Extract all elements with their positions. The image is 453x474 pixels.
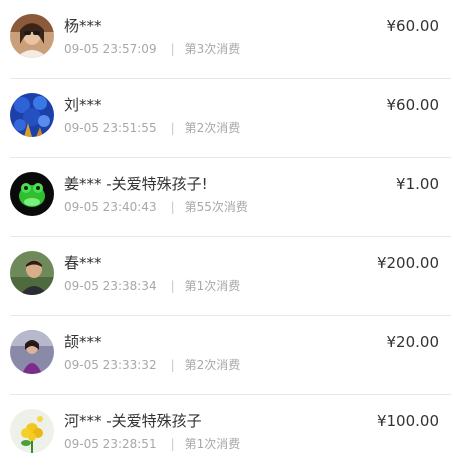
person-purple-photo-icon bbox=[10, 330, 54, 374]
donor-name: 刘*** bbox=[64, 96, 102, 114]
amount: ¥20.00 bbox=[386, 333, 440, 351]
list-item[interactable]: 颉*** 09-05 23:33:32 | 第2次消费 ¥20.00 bbox=[0, 316, 453, 395]
meta-separator: | bbox=[170, 200, 175, 214]
consumption-record-list: 杨*** 09-05 23:57:09 | 第3次消费 ¥60.00 刘*** 09… bbox=[0, 0, 453, 467]
meta-separator: | bbox=[170, 121, 175, 135]
record-time: 09-05 23:57:09 bbox=[64, 42, 157, 56]
consumption-count: 第1次消费 bbox=[184, 437, 241, 451]
avatar bbox=[10, 330, 54, 374]
list-item[interactable]: 杨*** 09-05 23:57:09 | 第3次消费 ¥60.00 bbox=[0, 0, 453, 79]
record-time: 09-05 23:38:34 bbox=[64, 279, 157, 293]
amount: ¥60.00 bbox=[386, 96, 440, 114]
record-meta: 09-05 23:51:55 | 第2次消费 bbox=[64, 119, 240, 136]
list-item[interactable]: 春*** 09-05 23:38:34 | 第1次消费 ¥200.00 bbox=[0, 237, 453, 316]
donor-name: 河*** -关爱特殊孩子 bbox=[64, 412, 202, 430]
avatar bbox=[10, 172, 54, 216]
consumption-count: 第3次消费 bbox=[184, 42, 241, 56]
record-time: 09-05 23:40:43 bbox=[64, 200, 157, 214]
avatar bbox=[10, 14, 54, 58]
list-item[interactable]: 刘*** 09-05 23:51:55 | 第2次消费 ¥60.00 bbox=[0, 79, 453, 158]
record-meta: 09-05 23:28:51 | 第1次消费 bbox=[64, 435, 240, 452]
record-meta: 09-05 23:33:32 | 第2次消费 bbox=[64, 356, 240, 373]
meta-separator: | bbox=[170, 358, 175, 372]
record-time: 09-05 23:28:51 bbox=[64, 437, 157, 451]
list-item[interactable]: 河*** -关爱特殊孩子 09-05 23:28:51 | 第1次消费 ¥100.0… bbox=[0, 395, 453, 474]
meta-separator: | bbox=[170, 437, 175, 451]
consumption-count: 第55次消费 bbox=[184, 200, 248, 214]
yellow-flower-photo-icon bbox=[10, 409, 54, 453]
amount: ¥100.00 bbox=[376, 412, 439, 430]
consumption-count: 第2次消费 bbox=[184, 121, 241, 135]
meta-separator: | bbox=[170, 42, 175, 56]
blue-flowers-photo-icon bbox=[10, 93, 54, 137]
meta-separator: | bbox=[170, 279, 175, 293]
record-meta: 09-05 23:40:43 | 第55次消费 bbox=[64, 198, 248, 215]
donor-name: 姜*** -关爱特殊孩子! bbox=[64, 175, 208, 193]
consumption-count: 第1次消费 bbox=[184, 279, 241, 293]
donor-name: 杨*** bbox=[64, 17, 102, 35]
record-time: 09-05 23:51:55 bbox=[64, 121, 157, 135]
woman-sunglasses-photo-icon bbox=[10, 14, 54, 58]
man-outdoor-photo-icon bbox=[10, 251, 54, 295]
avatar bbox=[10, 93, 54, 137]
avatar bbox=[10, 409, 54, 453]
record-meta: 09-05 23:38:34 | 第1次消费 bbox=[64, 277, 240, 294]
consumption-count: 第2次消费 bbox=[184, 358, 241, 372]
amount: ¥60.00 bbox=[386, 17, 440, 35]
donor-name: 颉*** bbox=[64, 333, 102, 351]
avatar bbox=[10, 251, 54, 295]
donor-name: 春*** bbox=[64, 254, 102, 272]
green-frog-photo-icon bbox=[10, 172, 54, 216]
record-time: 09-05 23:33:32 bbox=[64, 358, 157, 372]
record-meta: 09-05 23:57:09 | 第3次消费 bbox=[64, 40, 240, 57]
amount: ¥200.00 bbox=[376, 254, 439, 272]
amount: ¥1.00 bbox=[396, 175, 439, 193]
list-item[interactable]: 姜*** -关爱特殊孩子! 09-05 23:40:43 | 第55次消费 ¥1.0… bbox=[0, 158, 453, 237]
